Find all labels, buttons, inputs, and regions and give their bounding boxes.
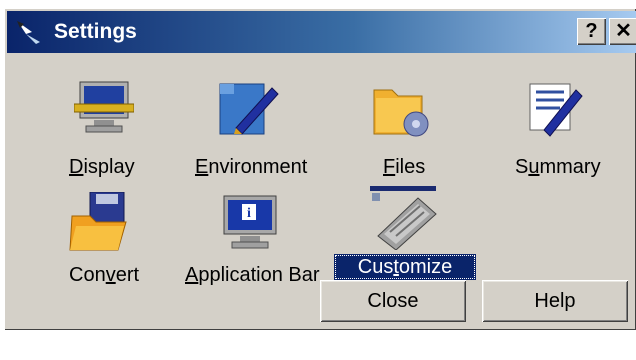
window-close-button[interactable]: ✕ (609, 18, 636, 45)
item-files-label: Files (383, 156, 426, 178)
summary-icon (529, 83, 583, 137)
quill-icon (17, 21, 40, 44)
item-summary-label: Summary (515, 156, 601, 178)
close-button[interactable]: Close (320, 280, 466, 322)
window-title: Settings (54, 20, 137, 43)
monitor-icon (74, 81, 134, 133)
item-display-label: Display (69, 156, 135, 178)
application-bar-icon: i (223, 195, 277, 249)
help-button[interactable]: Help (482, 280, 628, 322)
item-environment-label: Environment (195, 156, 308, 178)
settings-window: Settings ? ✕ Display Environment Files S… (4, 8, 636, 330)
item-customize-label: Customize (334, 254, 476, 280)
svg-text:i: i (247, 206, 251, 221)
folder-icon (373, 89, 429, 137)
convert-icon (69, 192, 127, 251)
item-convert-label: Convert (69, 264, 140, 286)
keyboard-icon (370, 186, 437, 250)
item-application-bar-label: Application Bar (185, 264, 320, 286)
title-bar[interactable]: Settings ? ✕ (7, 11, 636, 53)
environment-icon (219, 83, 279, 135)
context-help-button[interactable]: ? (577, 18, 606, 45)
